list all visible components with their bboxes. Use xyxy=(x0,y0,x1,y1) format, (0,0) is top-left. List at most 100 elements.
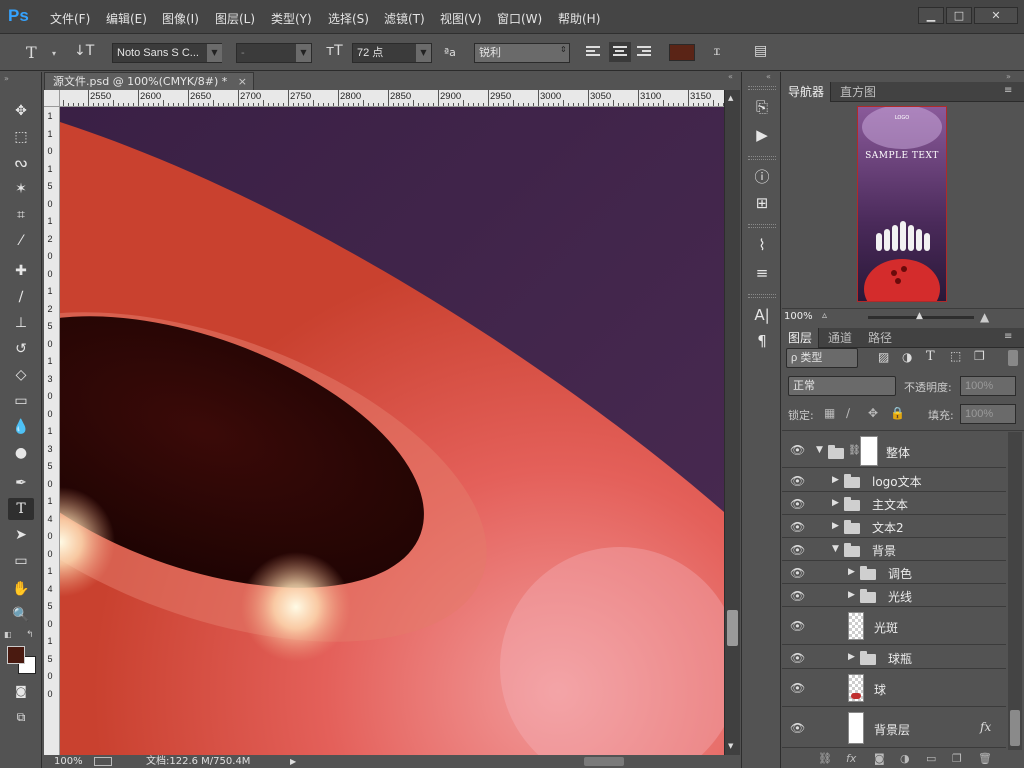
antialias-select[interactable]: 锐利 xyxy=(474,43,570,63)
font-family-select[interactable]: Noto Sans S C... xyxy=(112,43,222,63)
layer-thumbnail[interactable] xyxy=(848,712,864,744)
tab-paths[interactable]: 路径 xyxy=(862,328,898,348)
clone-stamp-icon[interactable]: ⊥ xyxy=(8,312,34,334)
layer-row[interactable]: 👁 ▶ 主文本 xyxy=(782,492,1006,515)
tab-navigator[interactable]: 导航器 xyxy=(782,82,832,102)
chevron-down-icon[interactable]: ▼ xyxy=(296,44,311,62)
foreground-color-swatch[interactable] xyxy=(7,646,25,664)
close-tab-icon[interactable]: × xyxy=(238,73,247,91)
layer-row[interactable]: 👁 球 xyxy=(782,669,1006,707)
eye-icon[interactable]: 👁 xyxy=(790,497,805,511)
filter-type-icon[interactable]: T xyxy=(926,349,935,364)
eye-icon[interactable]: 👁 xyxy=(790,520,805,534)
eye-icon[interactable]: 👁 xyxy=(790,651,805,665)
ruler-origin[interactable] xyxy=(44,90,60,107)
scroll-thumb[interactable] xyxy=(727,610,738,646)
zoom-level[interactable]: 100% xyxy=(54,755,83,768)
scroll-up-icon[interactable]: ▲ xyxy=(728,94,733,102)
pen-tool-icon[interactable]: ✒ xyxy=(8,472,34,494)
shape-tool-icon[interactable]: ▭ xyxy=(8,550,34,572)
lock-transparent-icon[interactable]: ▦ xyxy=(824,406,835,420)
hand-tool-icon[interactable]: ✋ xyxy=(8,578,34,600)
filter-adjustment-icon[interactable]: ◑ xyxy=(902,350,912,364)
fill-input[interactable]: 100% xyxy=(960,404,1016,424)
marquee-tool-icon[interactable]: ⬚ xyxy=(8,126,34,148)
layer-row[interactable]: 👁 背景层 fx xyxy=(782,708,1006,748)
menu-edit[interactable]: 编辑(E) xyxy=(106,10,147,27)
lock-paint-icon[interactable]: ∕ xyxy=(846,406,850,420)
new-layer-icon[interactable]: ❐ xyxy=(952,752,962,765)
delete-layer-icon[interactable]: 🗑 xyxy=(978,752,992,765)
layer-row[interactable]: 👁 ▼ 背景 xyxy=(782,538,1006,561)
expand-triangle-icon[interactable]: ▶ xyxy=(832,475,839,485)
zoom-tool-icon[interactable]: 🔍 xyxy=(8,604,34,626)
horizontal-ruler[interactable]: 2550 2600 2650 2700 2750 2800 2850 2900 2950 3000… xyxy=(60,90,724,107)
fx-badge[interactable]: fx xyxy=(980,720,991,734)
layers-scrollbar[interactable] xyxy=(1008,432,1022,750)
dock-grip[interactable] xyxy=(748,86,776,90)
blend-mode-select[interactable]: 正常 xyxy=(788,376,896,396)
eye-icon[interactable]: 👁 xyxy=(790,566,805,580)
text-color-swatch[interactable] xyxy=(669,44,695,61)
expand-triangle-icon[interactable]: ▶ xyxy=(848,567,855,577)
expand-triangle-icon[interactable]: ▶ xyxy=(832,498,839,508)
character-panel-icon[interactable]: ▤ xyxy=(754,43,767,59)
dock-grip[interactable] xyxy=(748,156,776,160)
layer-row[interactable]: 👁 ▶ 文本2 xyxy=(782,515,1006,538)
maximize-button[interactable]: □ xyxy=(946,7,972,24)
expand-triangle-icon[interactable]: ▼ xyxy=(816,445,823,455)
dodge-tool-icon[interactable]: ● xyxy=(8,442,34,464)
actions-play-icon[interactable]: ▶ xyxy=(750,124,774,146)
panel-menu-icon[interactable]: ≡ xyxy=(1004,85,1012,96)
type-tool-icon[interactable]: T xyxy=(8,498,34,520)
eye-icon[interactable]: 👁 xyxy=(790,443,805,457)
move-tool-icon[interactable]: ✥ xyxy=(8,100,34,122)
eye-icon[interactable]: 👁 xyxy=(790,681,805,695)
paragraph-icon[interactable]: ¶ xyxy=(750,330,774,352)
align-right-icon[interactable] xyxy=(637,45,653,59)
document-canvas[interactable] xyxy=(60,107,724,755)
layer-row[interactable]: 👁 光斑 xyxy=(782,607,1006,645)
filter-pixel-icon[interactable]: ▨ xyxy=(878,350,889,364)
filter-toggle[interactable] xyxy=(1008,350,1018,366)
eye-icon[interactable]: 👁 xyxy=(790,721,805,735)
layer-row[interactable]: 👁 ▶ 光线 xyxy=(782,584,1006,607)
dock-grip[interactable] xyxy=(748,294,776,298)
chevron-down-icon[interactable]: ▼ xyxy=(207,44,222,62)
link-layers-icon[interactable]: ⛓ xyxy=(818,752,832,765)
magic-wand-icon[interactable]: ✶ xyxy=(8,178,34,200)
layer-thumbnail[interactable] xyxy=(848,674,864,702)
history-icon[interactable]: ⎘ xyxy=(750,96,774,118)
brush-presets-icon[interactable]: ⌇ xyxy=(750,234,774,256)
eye-icon[interactable]: 👁 xyxy=(790,474,805,488)
lock-move-icon[interactable]: ✥ xyxy=(868,406,878,420)
warp-text-icon[interactable]: ꮖ xyxy=(714,43,720,59)
layer-row[interactable]: 👁 ▼ ⛓ 整体 xyxy=(782,432,1006,468)
eye-icon[interactable]: 👁 xyxy=(790,619,805,633)
add-mask-icon[interactable]: ◙ xyxy=(874,752,885,765)
align-left-icon[interactable] xyxy=(586,45,602,59)
menu-type[interactable]: 类型(Y) xyxy=(271,10,312,27)
blur-tool-icon[interactable]: 💧 xyxy=(8,416,34,438)
tab-histogram[interactable]: 直方图 xyxy=(834,82,882,102)
right-dock-collapse-icon[interactable]: » xyxy=(1006,72,1011,81)
layer-mask-thumb[interactable] xyxy=(860,436,878,466)
panel-menu-icon[interactable]: ≡ xyxy=(1004,331,1012,342)
brush-tool-icon[interactable]: ∕ xyxy=(8,286,34,308)
scroll-down-icon[interactable]: ▼ xyxy=(728,742,733,750)
gradient-tool-icon[interactable]: ▭ xyxy=(8,390,34,412)
healing-brush-icon[interactable]: ✚ xyxy=(8,260,34,282)
screen-mode-icon[interactable]: ⧉ xyxy=(8,706,34,728)
collapse-icon[interactable]: » xyxy=(4,74,9,83)
menu-filter[interactable]: 滤镜(T) xyxy=(384,10,425,27)
expand-triangle-icon[interactable]: ▶ xyxy=(848,652,855,662)
zoom-out-icon[interactable]: ▵ xyxy=(822,310,827,321)
menu-file[interactable]: 文件(F) xyxy=(50,10,90,27)
link-icon[interactable]: ⛓ xyxy=(848,445,861,456)
menu-window[interactable]: 窗口(W) xyxy=(497,10,542,27)
swap-colors-icon[interactable]: ↰ xyxy=(26,630,34,640)
panel-collapse-icon[interactable]: « xyxy=(728,72,733,81)
default-colors-icon[interactable]: ◧ xyxy=(4,630,12,639)
lock-all-icon[interactable]: 🔒 xyxy=(890,406,905,420)
vertical-scrollbar[interactable]: ▲ ▼ xyxy=(724,90,740,755)
